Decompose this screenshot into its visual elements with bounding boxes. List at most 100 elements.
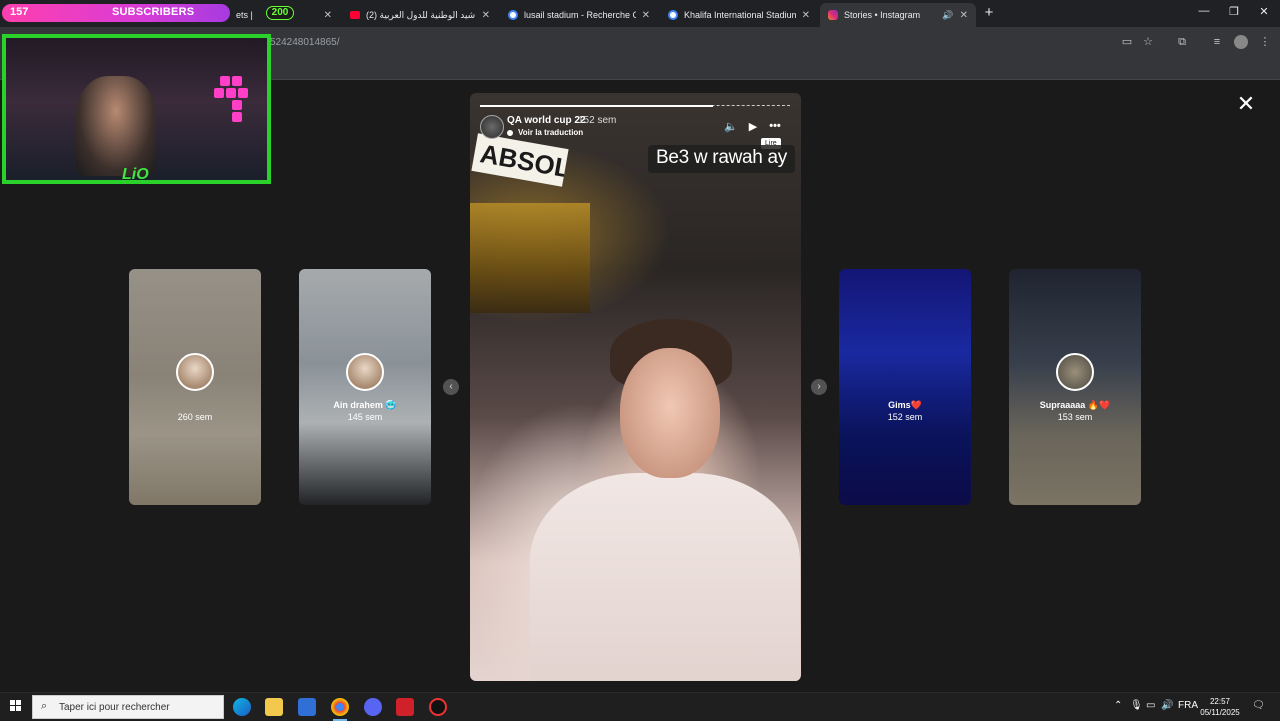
subscriber-count: 157 — [10, 6, 29, 18]
start-pane — [16, 706, 21, 711]
bookmark-star-icon[interactable]: ☆ — [1141, 35, 1155, 49]
obs-icon[interactable] — [429, 698, 447, 716]
card-dim-overlay — [839, 269, 971, 505]
clock-time: 22:57 — [1209, 697, 1231, 706]
start-pane — [10, 700, 15, 705]
story-avatar — [346, 353, 384, 391]
play-icon[interactable]: ▶ — [745, 120, 761, 133]
streamer-silhouette — [76, 76, 156, 176]
start-pane — [10, 706, 15, 711]
tab-instagram-stories[interactable]: Stories • Instagram 🔊 ✕ — [820, 3, 976, 27]
subscriber-progress-bar: 157 SUBSCRIBERS — [2, 4, 230, 22]
webcam-overlay: LiO — [2, 34, 271, 184]
search-icon: ⌕ — [41, 700, 48, 712]
subscriber-goal: 200 — [266, 6, 294, 20]
cam-logo: LiO — [122, 166, 149, 183]
tab-close-icon[interactable]: ✕ — [324, 10, 332, 21]
language-indicator[interactable]: FRA — [1178, 700, 1198, 711]
story-age: 152 sem — [578, 115, 617, 126]
edge-icon[interactable] — [233, 698, 251, 716]
discord-icon[interactable] — [364, 698, 382, 716]
menu-kebab-icon[interactable]: ⋮ — [1258, 35, 1272, 49]
story-age: 145 sem — [347, 412, 383, 422]
story-name: Gims❤️ — [888, 400, 922, 410]
side-story-2[interactable]: Ain drahem 🥶 145 sem — [299, 269, 431, 505]
hex-light — [226, 88, 236, 98]
tab-title: lusail stadium - Recherche Goo — [524, 10, 636, 20]
hex-light — [232, 76, 242, 86]
previous-story-button[interactable]: ‹ — [443, 379, 459, 395]
story-author-avatar[interactable] — [480, 115, 504, 139]
store-icon[interactable] — [298, 698, 316, 716]
maximize-button[interactable]: ❐ — [1226, 5, 1242, 18]
story-age: 152 sem — [887, 412, 923, 422]
story-progress-fill — [480, 105, 713, 107]
story-username[interactable]: QA world cup 22 — [507, 115, 586, 126]
story-age: 153 sem — [1057, 412, 1093, 422]
tab-close-icon[interactable]: ✕ — [802, 10, 810, 21]
story-name: Supraaaaa 🔥❤️ — [1039, 400, 1111, 410]
profile-avatar[interactable] — [1234, 35, 1248, 49]
tab-title: Stories • Instagram — [844, 10, 921, 20]
story-age: 260 sem — [177, 412, 213, 422]
story-text-sticker: Be3 w rawah ay — [648, 145, 795, 173]
tab-youtube-anthems[interactable]: (2) الأناشيد الوطنية للدول العربية ✕ — [342, 3, 498, 27]
minimize-button[interactable]: — — [1196, 5, 1212, 17]
google-icon — [508, 10, 518, 20]
hex-light — [220, 76, 230, 86]
hex-light — [232, 100, 242, 110]
story-name: Ain drahem 🥶 — [333, 400, 397, 410]
active-story[interactable]: ABSOL QA world cup 22 152 sem Voir la tr… — [470, 93, 801, 681]
tray-overflow-icon[interactable]: ⌃ — [1114, 700, 1122, 711]
media-control-icon[interactable]: ≡ — [1210, 35, 1224, 49]
chrome-icon[interactable] — [331, 698, 349, 721]
youtube-icon — [350, 11, 360, 19]
tab-khalifa-stadium[interactable]: Khalifa International Stadium - ✕ — [660, 3, 818, 27]
hex-light — [238, 88, 248, 98]
address-bar[interactable]: 524248014865/ — [270, 37, 340, 48]
side-story-3[interactable]: Gims❤️ 152 sem — [839, 269, 971, 505]
new-tab-button[interactable]: + — [980, 4, 998, 22]
hex-light — [214, 88, 224, 98]
google-icon — [668, 10, 678, 20]
tab-lusail-search[interactable]: lusail stadium - Recherche Goo ✕ — [500, 3, 658, 27]
tab-close-icon[interactable]: ✕ — [642, 10, 650, 21]
search-placeholder: Taper ici pour rechercher — [59, 702, 170, 713]
windows-taskbar: ⌕ Taper ici pour rechercher ⌃ 🎙 ▭ 🔊 FRA … — [0, 692, 1280, 721]
tab-title: Khalifa International Stadium - — [684, 10, 796, 20]
file-explorer-icon[interactable] — [265, 698, 283, 716]
voice-modifier-icon[interactable] — [396, 698, 414, 716]
notifications-icon[interactable]: 🗨 — [1252, 700, 1265, 711]
tab-close-icon[interactable]: ✕ — [960, 10, 968, 21]
person-face-graphic — [620, 348, 720, 478]
subscriber-label: SUBSCRIBERS — [112, 6, 195, 18]
instagram-icon — [828, 10, 838, 20]
clock-date: 05/11/2025 — [1200, 708, 1240, 717]
tab-title: (2) الأناشيد الوطنية للدول العربية — [366, 9, 476, 20]
person-shirt-graphic — [530, 473, 800, 681]
taskbar-search-box[interactable]: ⌕ Taper ici pour rechercher — [32, 695, 224, 719]
speaker-icon[interactable]: 🔊 — [942, 10, 953, 21]
close-viewer-button[interactable]: ✕ — [1236, 93, 1256, 115]
more-options-icon[interactable]: ••• — [767, 120, 783, 132]
windows-start-icon[interactable] — [10, 700, 22, 712]
window-close-button[interactable]: ✕ — [1256, 5, 1272, 18]
next-story-button[interactable]: › — [811, 379, 827, 395]
side-story-4[interactable]: Supraaaaa 🔥❤️ 153 sem — [1009, 269, 1141, 505]
network-icon[interactable]: ▭ — [1146, 700, 1155, 711]
see-translation-link[interactable]: Voir la traduction — [507, 128, 583, 137]
cast-icon[interactable]: ▭ — [1120, 35, 1134, 49]
story-avatar — [176, 353, 214, 391]
volume-icon[interactable]: 🔊 — [1161, 700, 1173, 711]
tab-close-icon[interactable]: ✕ — [482, 10, 490, 21]
mute-icon[interactable]: 🔈 — [723, 120, 739, 133]
microphone-icon[interactable]: 🎙 — [1130, 700, 1143, 711]
side-story-1[interactable]: 260 sem — [129, 269, 261, 505]
start-pane — [16, 700, 21, 705]
extensions-icon[interactable]: ⧉ — [1175, 35, 1189, 49]
story-progress-bar — [480, 105, 790, 107]
hex-light — [232, 112, 242, 122]
system-clock[interactable]: 22:57 05/11/2025 — [1198, 696, 1242, 718]
bar-sign: ABSOL — [471, 133, 569, 187]
bar-shelf-graphic — [470, 203, 590, 313]
